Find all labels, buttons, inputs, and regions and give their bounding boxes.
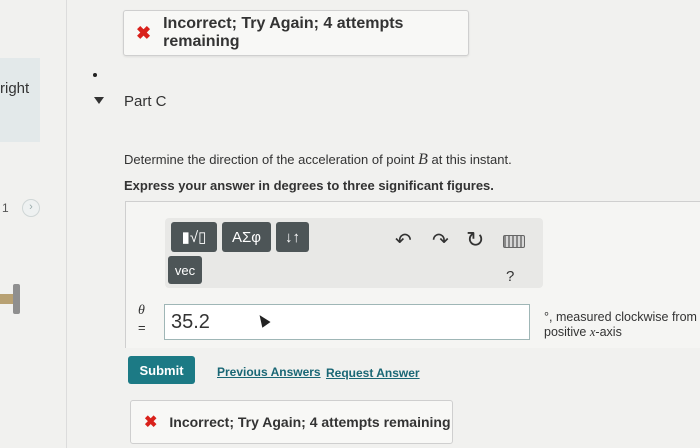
undo-icon[interactable]: ↶ <box>395 228 412 253</box>
x-icon: ✖ <box>144 414 158 431</box>
sidebar-panel <box>0 58 40 142</box>
content-divider <box>66 0 67 448</box>
caret-down-icon[interactable] <box>94 97 104 104</box>
answer-input[interactable]: 35.2 <box>164 304 530 340</box>
templates-button[interactable]: ▮√▯ <box>171 222 217 252</box>
feedback-text: Incorrect; Try Again; 4 attempts remaini… <box>169 414 451 430</box>
reset-icon[interactable]: ↻ <box>466 227 484 253</box>
arrows-button[interactable]: ↓↑ <box>276 222 309 252</box>
feedback-message-top: ✖ Incorrect; Try Again; 4 attempts remai… <box>123 10 469 56</box>
answer-units: °, measured clockwise from positive x-ax… <box>544 310 697 339</box>
question-text: Determine the direction of the accelerat… <box>124 151 512 168</box>
submit-button[interactable]: Submit <box>128 356 195 384</box>
part-title[interactable]: Part C <box>124 93 167 110</box>
feedback-text: Incorrect; Try Again; 4 attempts remaini… <box>163 15 404 50</box>
greek-symbols-button[interactable]: ΑΣφ <box>222 222 271 252</box>
sidebar-label: right <box>0 80 30 97</box>
feedback-message-bottom: ✖ Incorrect; Try Again; 4 attempts remai… <box>130 400 453 444</box>
answer-variable: θ <box>138 303 145 318</box>
request-answer-link[interactable]: Request Answer <box>326 366 420 380</box>
equals-sign: = <box>138 320 146 335</box>
help-icon[interactable]: ? <box>506 268 514 285</box>
vec-button[interactable]: vec <box>168 256 202 284</box>
redo-icon[interactable]: ↷ <box>432 228 449 253</box>
x-icon: ✖ <box>136 22 152 43</box>
previous-answers-link[interactable]: Previous Answers <box>217 365 321 379</box>
bullet-dot <box>93 73 97 77</box>
instruction-text: Express your answer in degrees to three … <box>124 178 494 193</box>
chevron-right-icon[interactable]: › <box>22 199 40 217</box>
sidebar-step-number: 1 <box>2 201 9 215</box>
clamp-figure <box>13 284 20 314</box>
keyboard-icon[interactable] <box>503 235 525 248</box>
